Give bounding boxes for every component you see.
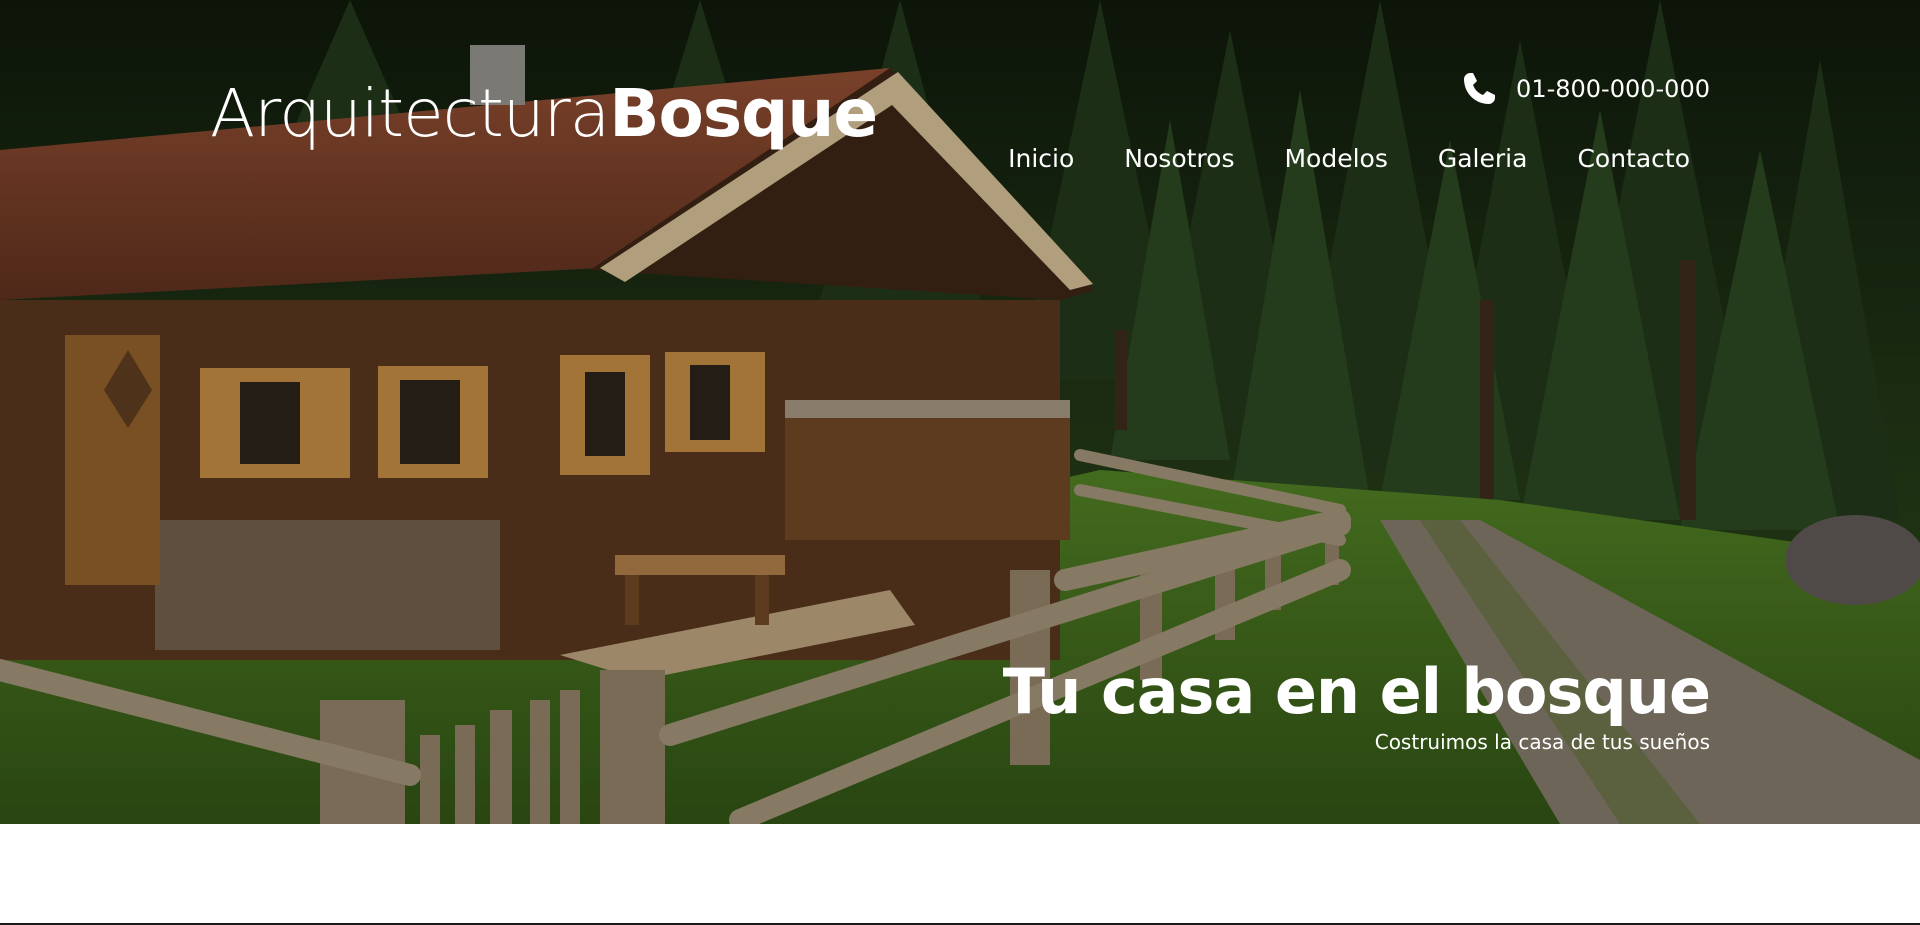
logo-text-bold: Bosque	[609, 75, 878, 152]
hero-section: ArquitecturaBosque 01-800-000-000 Inicio…	[0, 0, 1920, 824]
hero-title: Tu casa en el bosque	[1002, 655, 1711, 728]
site-logo[interactable]: ArquitecturaBosque	[210, 72, 878, 156]
nav-item-galeria[interactable]: Galeria	[1438, 144, 1528, 173]
nav-item-inicio[interactable]: Inicio	[1008, 144, 1074, 173]
logo-text-light: Arquitectura	[210, 75, 610, 152]
nav-item-nosotros[interactable]: Nosotros	[1124, 144, 1234, 173]
phone-contact: 01-800-000-000	[1460, 70, 1710, 108]
nav-item-modelos[interactable]: Modelos	[1284, 144, 1387, 173]
main-nav: Inicio Nosotros Modelos Galeria Contacto	[1008, 144, 1690, 173]
hero-text: Tu casa en el bosque Costruimos la casa …	[1002, 655, 1711, 755]
phone-icon	[1464, 73, 1496, 104]
hero-subtitle: Costruimos la casa de tus sueños	[1374, 730, 1710, 754]
phone-number: 01-800-000-000	[1516, 75, 1710, 103]
nav-item-contacto[interactable]: Contacto	[1577, 144, 1690, 173]
